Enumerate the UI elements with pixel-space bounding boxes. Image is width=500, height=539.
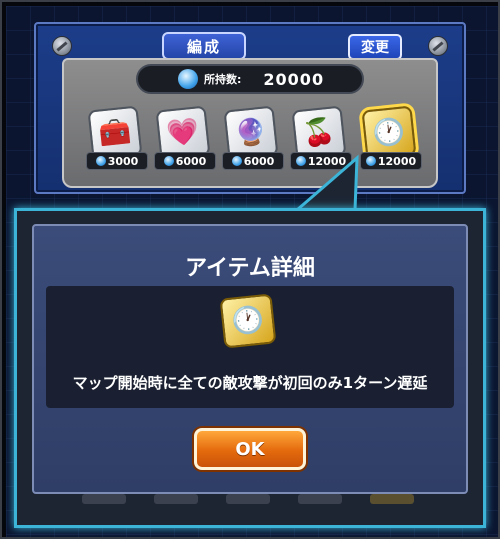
ok-button[interactable]: OK	[194, 428, 306, 470]
background-slot	[154, 494, 198, 504]
owned-label: 所持数:	[204, 73, 242, 86]
dialog-title: アイテム詳細	[185, 256, 315, 281]
gem-icon	[95, 156, 106, 166]
bolt-icon	[428, 36, 448, 56]
price-tag: 3000	[86, 152, 148, 170]
background-slot	[226, 494, 270, 504]
price-tag: 6000	[222, 152, 284, 170]
change-button[interactable]: 変更	[348, 34, 402, 60]
tab-edit[interactable]: 編成	[162, 32, 246, 60]
price-value: 3000	[107, 154, 139, 168]
shop-item[interactable]: 🧰 3000	[86, 105, 148, 172]
price-value: 6000	[175, 154, 207, 168]
clock-icon: 🕐	[219, 293, 277, 349]
owned-value: 20000	[263, 69, 325, 89]
shop-item[interactable]: 💗 6000	[154, 105, 216, 172]
background-slot	[298, 494, 342, 504]
callout-pointer	[292, 154, 359, 212]
item-description: マップ開始時に全ての敵攻撃が初回のみ1ターン遅延	[72, 374, 428, 392]
gem-icon	[178, 69, 198, 89]
bolt-icon	[52, 36, 72, 56]
owned-count-bar: 所持数: 20000	[136, 64, 364, 94]
gem-icon	[163, 156, 174, 166]
price-value: 6000	[243, 154, 275, 168]
gem-icon	[231, 156, 242, 166]
price-tag: 6000	[154, 152, 216, 170]
background-slot	[82, 494, 126, 504]
background-slot	[370, 494, 414, 504]
shop-item[interactable]: 🔮 6000	[222, 105, 284, 172]
